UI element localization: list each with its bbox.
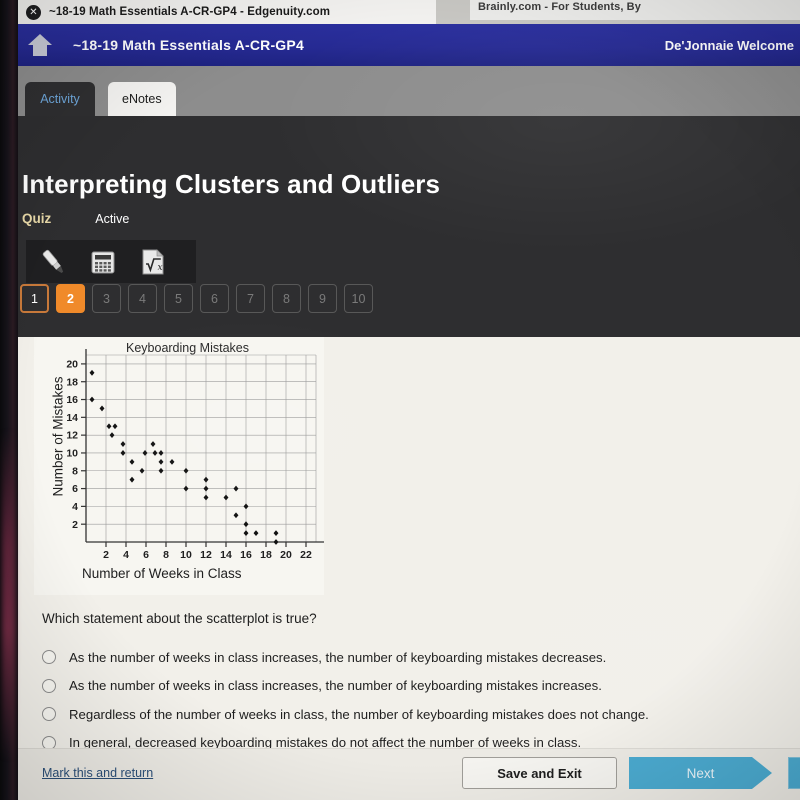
answer-option-c[interactable]: Regardless of the number of weeks in cla… [42, 700, 782, 729]
radio-button[interactable] [42, 678, 56, 693]
svg-text:16: 16 [66, 394, 78, 406]
scatterplot-canvas: 2 4 6 8 10 12 14 16 18 20 222468101214161820 [66, 349, 324, 561]
question-button-5[interactable]: 5 [164, 284, 193, 313]
svg-text:4: 4 [72, 501, 78, 513]
svg-text:20: 20 [66, 359, 78, 371]
svg-text:8: 8 [72, 465, 78, 477]
browser-tab-title: ~18-19 Math Essentials A-CR-GP4 - Edgenu… [49, 6, 331, 18]
tab-activity[interactable]: Activity [25, 82, 95, 116]
svg-text:14: 14 [220, 549, 232, 561]
quiz-meta: Quiz Active [22, 211, 129, 226]
device-bezel [0, 0, 18, 800]
question-button-1[interactable]: 1 [20, 284, 49, 313]
tab-enotes[interactable]: eNotes [108, 82, 176, 116]
equation-editor-icon[interactable]: x [136, 245, 170, 279]
answer-options: As the number of weeks in class increase… [42, 643, 782, 757]
app-header: ~18-19 Math Essentials A-CR-GP4 De'Jonna… [18, 24, 800, 66]
browser-tab-strip: ✕ ~18-19 Math Essentials A-CR-GP4 - Edge… [18, 0, 800, 24]
question-button-8[interactable]: 8 [272, 284, 301, 313]
quiz-type-label: Quiz [22, 211, 52, 226]
svg-text:12: 12 [66, 430, 78, 442]
calculator-icon[interactable] [86, 245, 120, 279]
question-button-9[interactable]: 9 [308, 284, 337, 313]
svg-text:10: 10 [180, 549, 192, 561]
svg-text:22: 22 [300, 549, 312, 561]
sub-tab-bar: Activity eNotes [18, 66, 800, 116]
radio-button[interactable] [42, 707, 56, 722]
svg-text:x: x [158, 263, 163, 273]
page-title: Interpreting Clusters and Outliers [22, 169, 441, 199]
user-name[interactable]: De'Jonnaie Welcome [665, 38, 794, 53]
question-navigation: 1 2 3 4 5 6 7 8 9 10 [20, 284, 373, 313]
svg-text:16: 16 [240, 549, 252, 561]
browser-tab-brainly[interactable]: Brainly.com - For Students, By [470, 0, 800, 20]
question-button-3[interactable]: 3 [92, 284, 121, 313]
answer-option-label: As the number of weeks in class increase… [69, 678, 602, 694]
save-and-exit-button[interactable]: Save and Exit [462, 757, 617, 789]
quiz-status-label: Active [95, 211, 130, 226]
answer-option-b[interactable]: As the number of weeks in class increase… [42, 672, 782, 701]
action-bar: Mark this and return Save and Exit Next [18, 748, 800, 800]
quiz-toolbar: x [26, 240, 196, 283]
question-button-10[interactable]: 10 [344, 284, 373, 313]
highlighter-icon[interactable] [36, 245, 70, 279]
scatterplot-figure: Keyboarding Mistakes Number of Mistakes … [34, 337, 324, 595]
mark-this-and-return-link[interactable]: Mark this and return [42, 766, 153, 780]
secondary-action-button[interactable] [788, 757, 800, 789]
svg-text:6: 6 [72, 483, 78, 495]
answer-option-label: As the number of weeks in class increase… [69, 649, 607, 665]
svg-text:2: 2 [72, 519, 78, 531]
question-content-area: Keyboarding Mistakes Number of Mistakes … [18, 337, 800, 800]
svg-text:12: 12 [200, 549, 212, 561]
svg-text:8: 8 [163, 549, 169, 561]
next-button[interactable]: Next [629, 757, 772, 789]
browser-tab-edgenuity[interactable]: ✕ ~18-19 Math Essentials A-CR-GP4 - Edge… [18, 0, 436, 24]
course-title: ~18-19 Math Essentials A-CR-GP4 [73, 37, 304, 53]
svg-text:14: 14 [66, 412, 78, 424]
svg-text:6: 6 [143, 549, 149, 561]
close-icon[interactable]: ✕ [26, 4, 41, 20]
answer-option-a[interactable]: As the number of weeks in class increase… [42, 643, 782, 672]
question-prompt: Which statement about the scatterplot is… [42, 611, 317, 626]
answer-option-label: Regardless of the number of weeks in cla… [69, 706, 649, 722]
svg-text:4: 4 [123, 549, 129, 561]
radio-button[interactable] [42, 650, 56, 665]
question-button-4[interactable]: 4 [128, 284, 157, 313]
question-button-7[interactable]: 7 [236, 284, 265, 313]
question-button-6[interactable]: 6 [200, 284, 229, 313]
svg-text:2: 2 [103, 549, 109, 561]
question-button-2[interactable]: 2 [56, 284, 85, 313]
home-icon[interactable] [28, 34, 52, 56]
svg-text:20: 20 [280, 549, 292, 561]
svg-text:18: 18 [66, 376, 78, 388]
svg-text:10: 10 [66, 448, 78, 460]
screenshot-root: ✕ ~18-19 Math Essentials A-CR-GP4 - Edge… [0, 0, 800, 800]
browser-tab-title: Brainly.com - For Students, By [478, 1, 641, 13]
svg-text:18: 18 [260, 549, 272, 561]
quiz-header-panel: Interpreting Clusters and Outliers Quiz … [18, 116, 800, 337]
